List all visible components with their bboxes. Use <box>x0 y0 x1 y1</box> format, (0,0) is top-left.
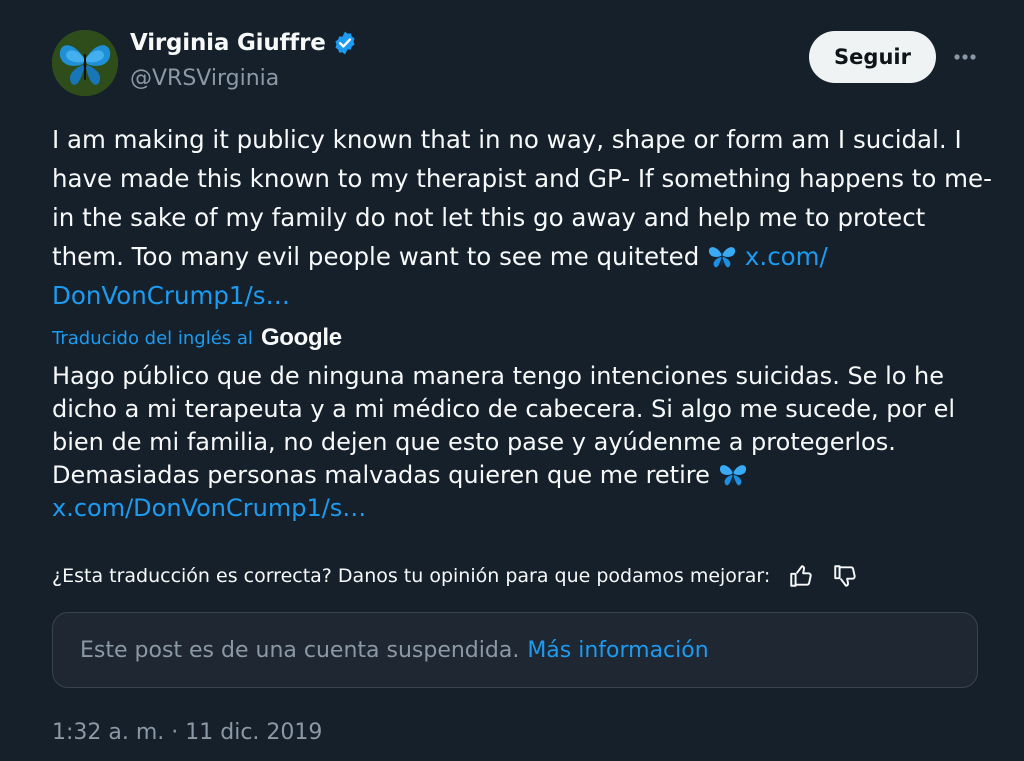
follow-button[interactable]: Seguir <box>809 31 936 83</box>
butterfly-emoji-icon <box>719 465 746 486</box>
more-info-link[interactable]: Más información <box>527 638 708 663</box>
author-name-row: Virginia Giuffre <box>130 30 358 56</box>
post-timestamp[interactable]: 1:32 a. m. · 11 dic. 2019 <box>52 720 322 745</box>
thumbs-up-icon[interactable] <box>788 563 814 589</box>
google-logo: Google <box>260 324 342 351</box>
translated-by-label: Traducido del inglés al <box>52 327 253 349</box>
translation-link[interactable]: x.com/DonVonCrump1/s… <box>52 494 366 522</box>
more-options-icon[interactable] <box>950 45 980 69</box>
translated-by[interactable]: Traducido del inglés al Google <box>52 324 342 352</box>
translation-feedback: ¿Esta traducción es correcta? Danos tu o… <box>52 563 858 589</box>
verified-badge-icon[interactable] <box>332 30 358 56</box>
feedback-question: ¿Esta traducción es correcta? Danos tu o… <box>52 565 771 587</box>
butterfly-avatar-image <box>52 30 118 96</box>
translation-text: Hago público que de ninguna manera tengo… <box>52 360 992 525</box>
butterfly-emoji-icon <box>709 247 736 268</box>
translation-body: Hago público que de ninguna manera tengo… <box>52 362 956 489</box>
suspended-notice-text: Este post es de una cuenta suspendida. <box>80 637 520 663</box>
avatar[interactable] <box>52 30 118 96</box>
suspended-account-notice: Este post es de una cuenta suspendida. M… <box>52 612 978 688</box>
author-name[interactable]: Virginia Giuffre <box>130 30 326 56</box>
thumbs-down-icon[interactable] <box>832 563 858 589</box>
post-text: I am making it publicy known that in no … <box>52 120 992 315</box>
author-handle[interactable]: @VRSVirginia <box>130 66 279 91</box>
post-body: I am making it publicy known that in no … <box>52 125 992 271</box>
